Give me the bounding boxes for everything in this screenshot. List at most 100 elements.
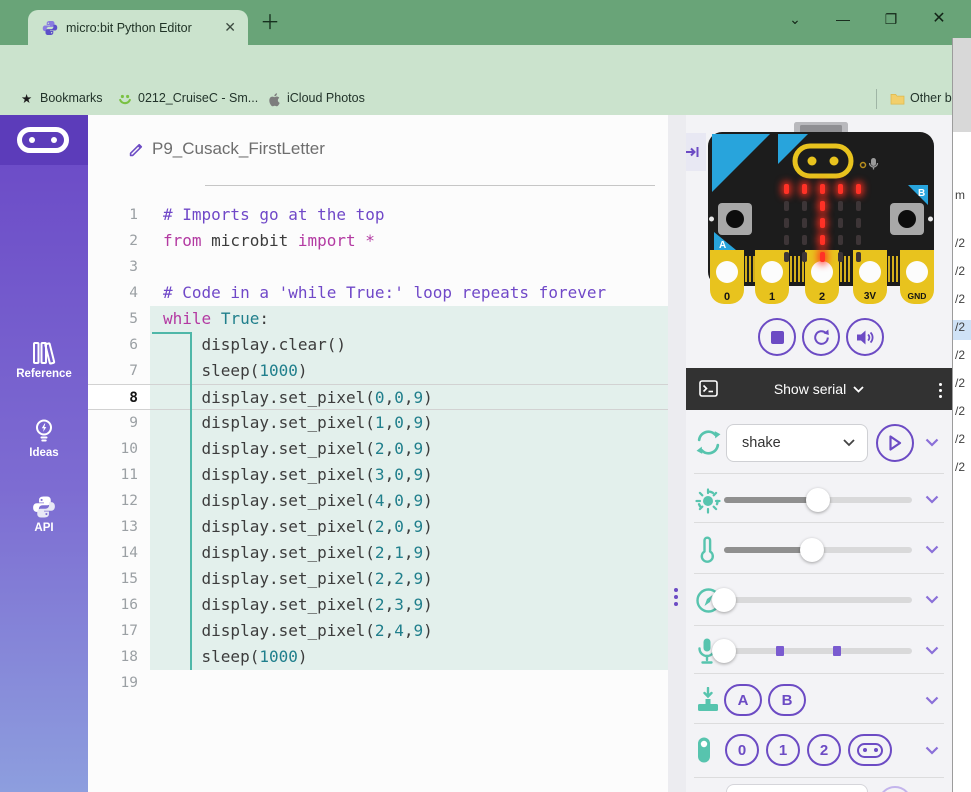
background-window-row: /2 (953, 460, 971, 480)
splitter-drag-handle-icon[interactable] (674, 585, 678, 609)
tab-close-icon[interactable]: ✕ (220, 19, 240, 36)
code-line[interactable]: 7 sleep(1000) (88, 358, 668, 384)
browser-tab[interactable]: micro:bit Python Editor ✕ (28, 10, 248, 45)
gesture-select[interactable]: shake (726, 424, 868, 462)
temperature-row-chevron-icon[interactable] (925, 545, 939, 554)
panel-splitter[interactable] (668, 115, 686, 792)
row-divider (694, 473, 944, 474)
code-line[interactable]: 6 display.clear() (88, 332, 668, 358)
new-tab-button[interactable]: ＋ (260, 13, 280, 33)
led-off (838, 201, 843, 211)
code-line[interactable]: 13 display.set_pixel(2,0,9) (88, 514, 668, 540)
api-python-icon (32, 495, 56, 519)
code-line[interactable]: 14 display.set_pixel(2,1,9) (88, 540, 668, 566)
code-line[interactable]: 2from microbit import * (88, 228, 668, 254)
window-maximize-icon[interactable]: ❐ (876, 6, 906, 32)
slider-thumb[interactable] (712, 639, 736, 663)
microphone-row-chevron-icon[interactable] (925, 646, 939, 655)
sim-pin-1[interactable]: 1 (766, 734, 800, 766)
code-line[interactable]: 16 display.set_pixel(2,3,9) (88, 592, 668, 618)
audio-button[interactable] (846, 318, 884, 356)
gesture-row-chevron-icon[interactable] (925, 438, 939, 447)
speaker-icon (856, 329, 875, 346)
temperature-icon (695, 536, 719, 564)
microphone-slider[interactable] (724, 648, 912, 654)
code-text: while True: (150, 306, 668, 332)
sim-button-a[interactable]: A (724, 684, 762, 716)
window-minimize-icon[interactable]: — (828, 6, 858, 32)
line-number: 3 (88, 254, 150, 280)
pins-row-chevron-icon[interactable] (925, 746, 939, 755)
stop-button[interactable] (758, 318, 796, 356)
slider-thumb[interactable] (712, 588, 736, 612)
slider-thumb[interactable] (806, 488, 830, 512)
window-close-icon[interactable]: ✕ (924, 6, 954, 32)
code-text: display.set_pixel(2,0,9) (150, 436, 668, 462)
edit-project-name-icon[interactable] (128, 141, 145, 158)
expand-right-icon (686, 145, 700, 159)
brightness-slider[interactable] (724, 497, 912, 503)
line-number: 19 (88, 670, 150, 696)
code-text (150, 254, 668, 280)
sidebar-item-api[interactable]: API (0, 495, 88, 534)
code-text: display.set_pixel(2,2,9) (150, 566, 668, 592)
buttons-row-chevron-icon[interactable] (925, 696, 939, 705)
code-line[interactable]: 10 display.set_pixel(2,0,9) (88, 436, 668, 462)
sidebar-item-reference[interactable]: Reference (0, 341, 88, 380)
line-number: 1 (88, 202, 150, 228)
compass-row-chevron-icon[interactable] (925, 595, 939, 604)
gesture-selected-value: shake (742, 435, 843, 451)
code-line[interactable]: 11 display.set_pixel(3,0,9) (88, 462, 668, 488)
bookmark-item-cruise[interactable]: 0212_CruiseC - Sm... (138, 91, 258, 105)
compass-slider[interactable] (724, 597, 912, 603)
temperature-slider[interactable] (724, 547, 912, 553)
serial-menu-kebab-icon[interactable] (939, 380, 942, 401)
window-chevron-icon[interactable]: ⌄ (780, 6, 810, 32)
code-line[interactable]: 5while True: (88, 306, 668, 332)
sidebar-logo-header[interactable] (0, 115, 88, 165)
led-on (856, 184, 861, 194)
show-serial-label[interactable]: Show serial (774, 381, 846, 397)
terminal-icon (699, 380, 718, 397)
bookmark-item-icloud[interactable]: iCloud Photos (287, 91, 365, 105)
sim-pin-0[interactable]: 0 (725, 734, 759, 766)
button-a-label: A (719, 240, 726, 251)
slider-thumb[interactable] (800, 538, 824, 562)
gesture-icon (695, 430, 722, 455)
sim-button-b[interactable]: B (768, 684, 806, 716)
brightness-icon (695, 488, 721, 514)
sidebar-item-ideas[interactable]: Ideas (0, 418, 88, 459)
brightness-row-chevron-icon[interactable] (925, 495, 939, 504)
microbit-logo-icon (857, 743, 883, 758)
bookmarks-label[interactable]: Bookmarks (40, 91, 103, 105)
project-title[interactable]: P9_Cusack_FirstLetter (152, 139, 325, 159)
code-area[interactable]: 1# Imports go at the top2from microbit i… (88, 202, 668, 696)
expand-simulator-button[interactable] (686, 133, 706, 171)
reset-button[interactable] (802, 318, 840, 356)
code-line[interactable]: 3 (88, 254, 668, 280)
code-text: sleep(1000) (150, 644, 668, 670)
sim-pin-2[interactable]: 2 (807, 734, 841, 766)
led-off (784, 201, 789, 211)
code-text: display.clear() (150, 332, 668, 358)
code-line[interactable]: 17 display.set_pixel(2,4,9) (88, 618, 668, 644)
code-line[interactable]: 8 display.set_pixel(0,0,9) (88, 384, 668, 410)
code-text: display.set_pixel(4,0,9) (150, 488, 668, 514)
led-off (856, 218, 861, 228)
code-line[interactable]: 9 display.set_pixel(1,0,9) (88, 410, 668, 436)
partial-next-row-button[interactable] (878, 786, 912, 792)
sim-pin-logo[interactable] (848, 734, 892, 766)
code-line[interactable]: 1# Imports go at the top (88, 202, 668, 228)
code-line[interactable]: 4# Code in a 'while True:' loop repeats … (88, 280, 668, 306)
indent-guide (152, 332, 190, 334)
code-line[interactable]: 12 display.set_pixel(4,0,9) (88, 488, 668, 514)
play-gesture-button[interactable] (876, 424, 914, 462)
code-line[interactable]: 18 sleep(1000) (88, 644, 668, 670)
mic-marking-icon (871, 158, 876, 166)
background-window-row: /2 (953, 376, 971, 396)
partial-next-row-field[interactable] (726, 784, 868, 792)
code-line[interactable]: 15 display.set_pixel(2,2,9) (88, 566, 668, 592)
serial-bar[interactable]: Show serial (686, 368, 952, 410)
other-bookmarks-folder-icon (890, 92, 905, 105)
code-line[interactable]: 19 (88, 670, 668, 696)
